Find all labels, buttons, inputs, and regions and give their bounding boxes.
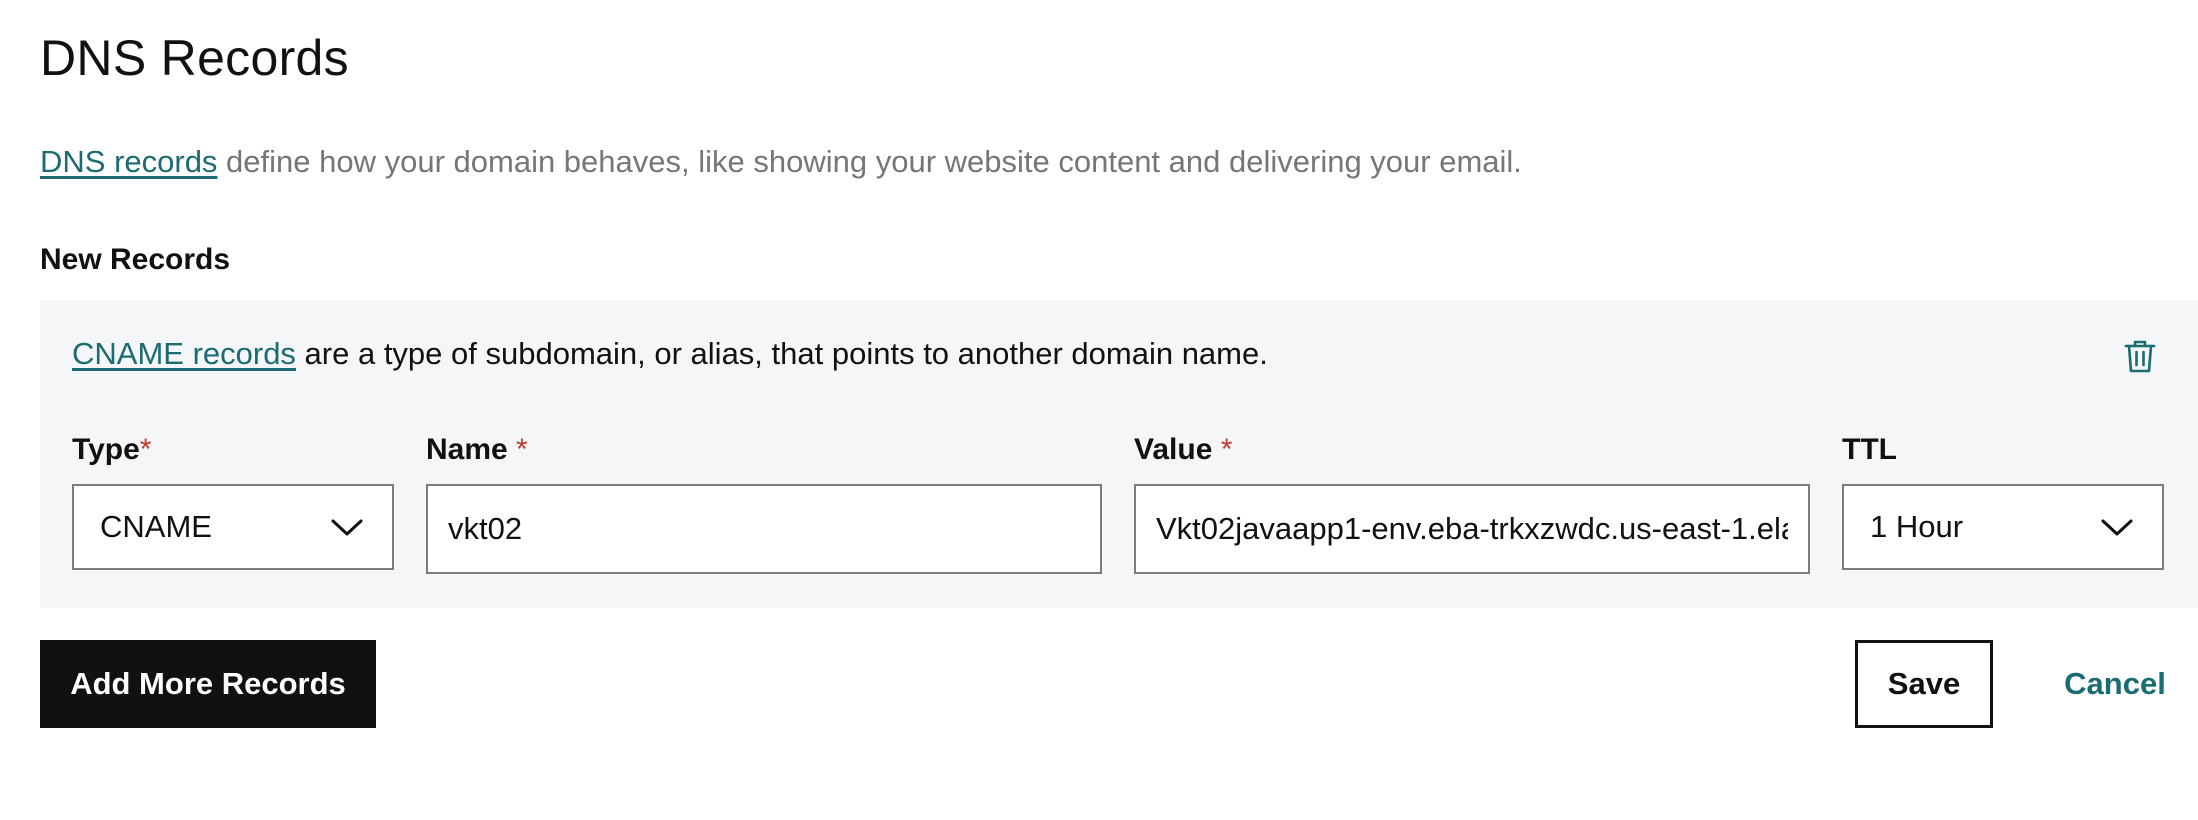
save-button[interactable]: Save (1855, 640, 1993, 728)
type-label: Type* (72, 430, 151, 470)
cname-record-panel: CNAME records are a type of subdomain, o… (40, 300, 2198, 608)
intro-description: define how your domain behaves, like sho… (217, 144, 1522, 179)
value-input[interactable] (1134, 484, 1810, 574)
type-select-value: CNAME (100, 509, 212, 544)
trash-icon[interactable] (2120, 336, 2160, 376)
name-label-text: Name (426, 433, 517, 466)
type-required-mark: * (139, 433, 152, 466)
value-label: Value * (1134, 430, 1232, 470)
value-label-text: Value (1134, 433, 1221, 466)
name-required-mark: * (516, 433, 528, 466)
ttl-label-text: TTL (1842, 433, 1897, 466)
name-label: Name * (426, 430, 528, 470)
dns-records-link[interactable]: DNS records (40, 144, 217, 179)
record-description: CNAME records are a type of subdomain, o… (72, 332, 1268, 376)
ttl-select[interactable]: 1 Hour (1842, 484, 2164, 570)
cname-records-link[interactable]: CNAME records (72, 336, 296, 371)
type-select[interactable]: CNAME (72, 484, 394, 570)
page-title: DNS Records (40, 30, 349, 86)
value-required-mark: * (1220, 433, 1233, 466)
record-description-text: are a type of subdomain, or alias, that … (295, 336, 1268, 371)
add-more-records-button[interactable]: Add More Records (40, 640, 376, 728)
intro-text: DNS records define how your domain behav… (40, 142, 1522, 182)
type-label-text: Type (72, 433, 140, 466)
new-records-label: New Records (40, 243, 231, 276)
chevron-down-icon (2101, 519, 2133, 536)
cancel-button[interactable]: Cancel (2040, 640, 2190, 728)
name-input[interactable] (426, 484, 1102, 574)
ttl-select-value: 1 Hour (1870, 509, 1964, 544)
ttl-label: TTL (1842, 430, 1897, 470)
chevron-down-icon (331, 519, 363, 536)
